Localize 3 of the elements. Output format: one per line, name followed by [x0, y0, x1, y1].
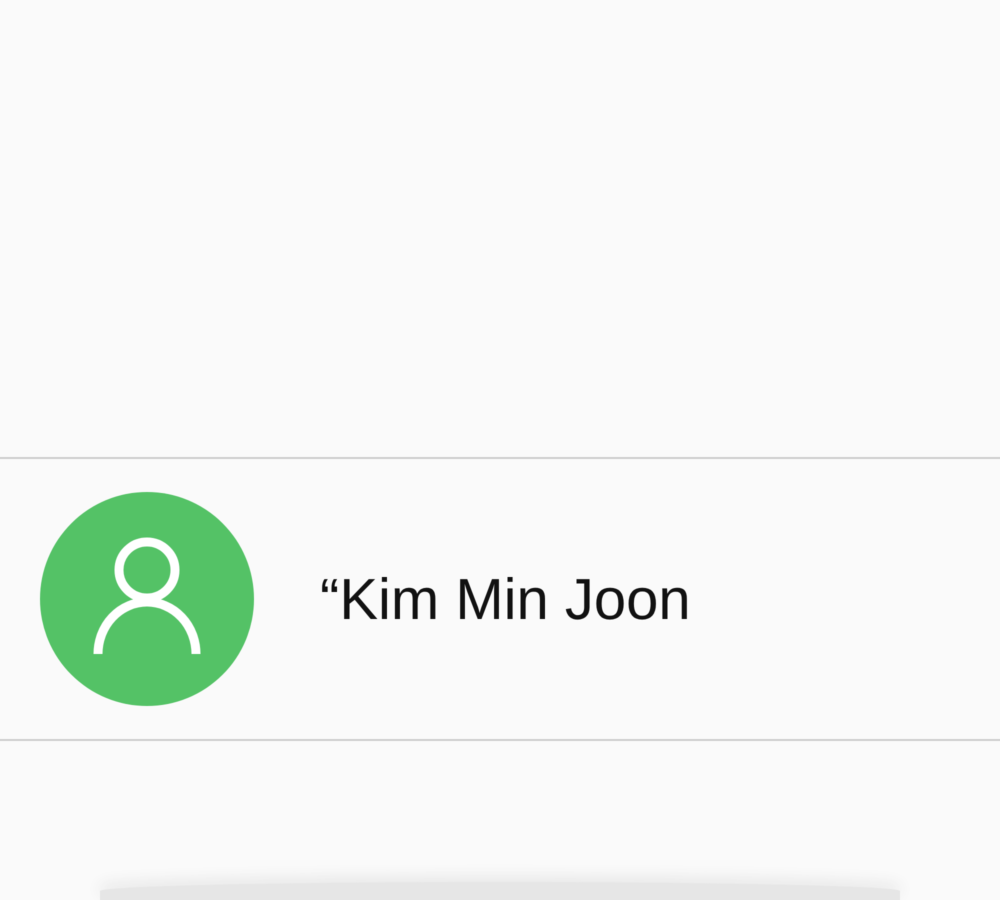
contact-name: “Kim Min Joon [320, 566, 691, 632]
avatar-icon [40, 492, 254, 706]
contact-row[interactable]: “Kim Min Joon [0, 457, 1000, 741]
